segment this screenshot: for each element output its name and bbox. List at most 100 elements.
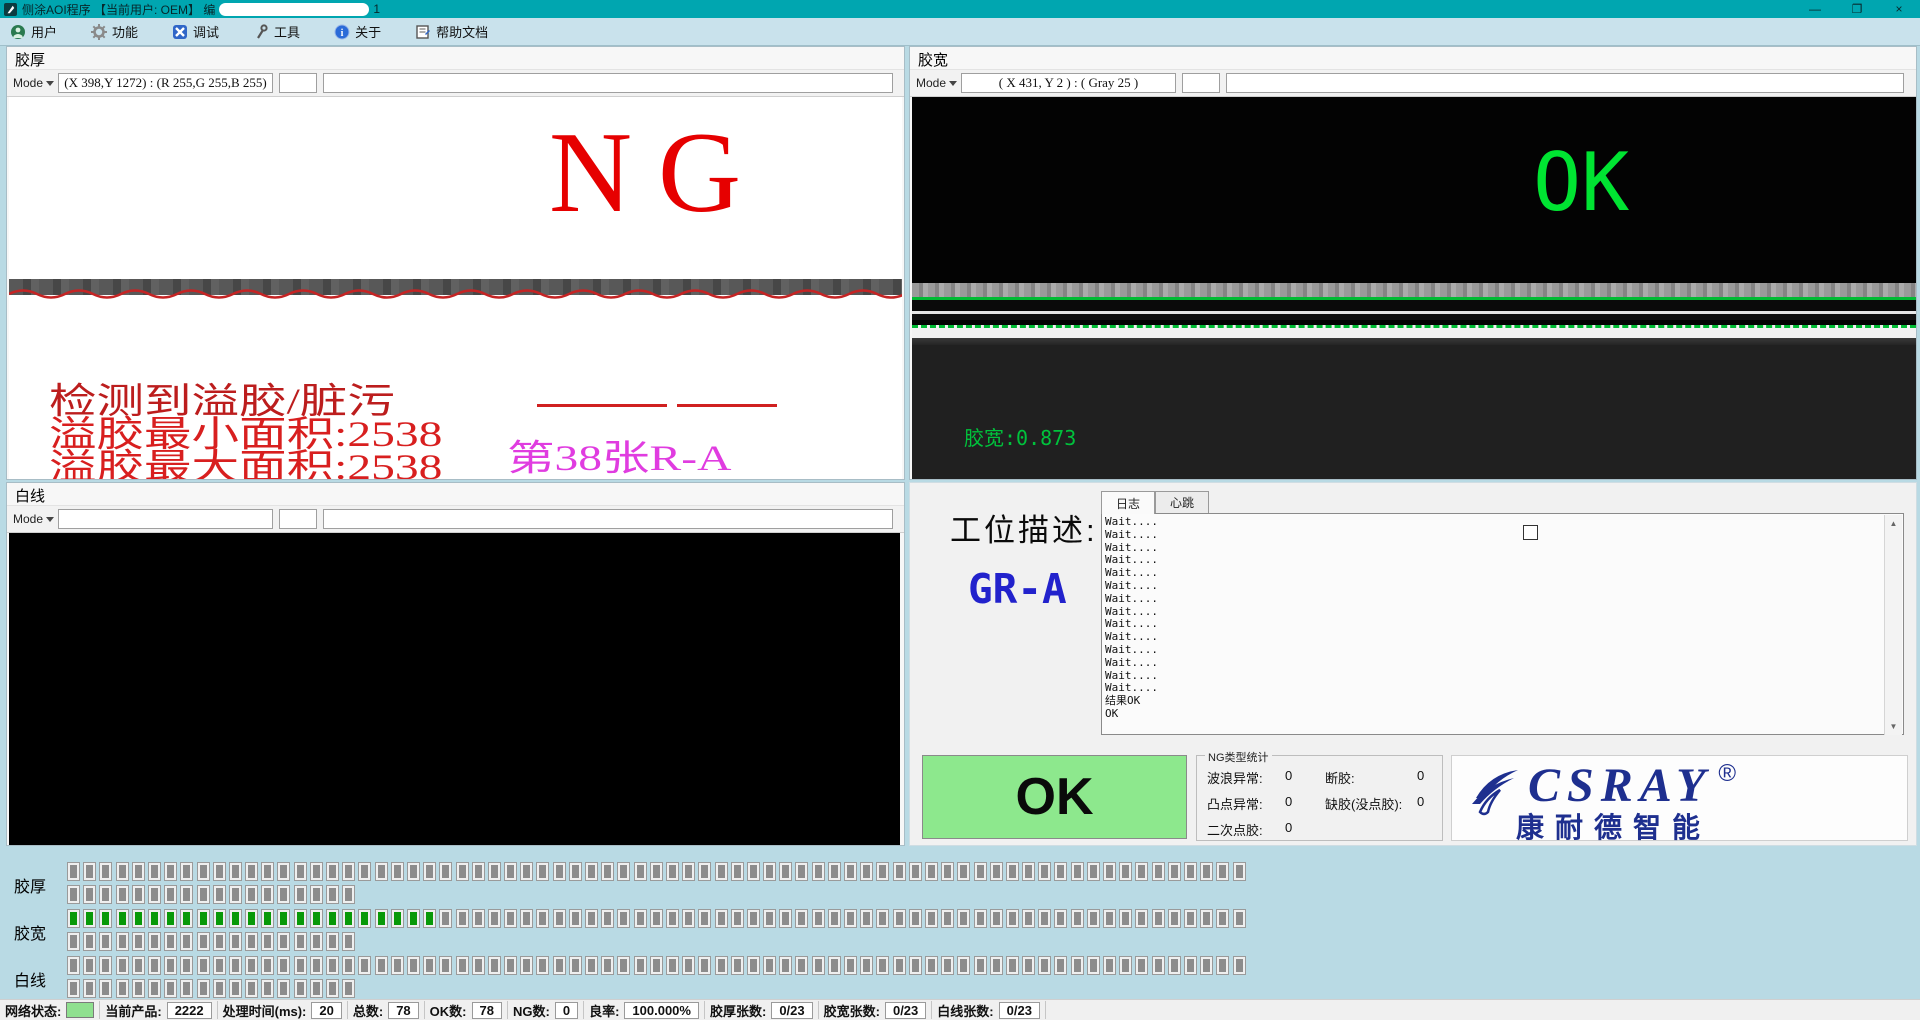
menu-item-debug[interactable]: 调试 xyxy=(172,22,219,41)
strip-label: 白线 xyxy=(14,967,46,991)
menu-item-tools[interactable]: 工具 xyxy=(253,22,300,41)
mode-dropdown[interactable]: Mode xyxy=(916,76,957,90)
strip-cell xyxy=(116,885,129,904)
status-quadrant: 工位描述: GR-A 日志 心跳 Wait....Wait....Wait...… xyxy=(909,482,1917,846)
strip-cell xyxy=(180,862,193,881)
ng-stat-label: 波浪异常: xyxy=(1207,768,1285,787)
strip-cell xyxy=(148,956,161,975)
strip-cell xyxy=(569,862,582,881)
strip-cell xyxy=(731,956,744,975)
status-yield: 良率:100.000% xyxy=(584,1001,705,1019)
menu-item-function[interactable]: 功能 xyxy=(91,22,138,41)
edge-line-bottom xyxy=(912,325,1916,328)
menu-item-about[interactable]: i 关于 xyxy=(334,22,381,41)
overall-result-button[interactable]: OK xyxy=(922,755,1187,839)
strip-cell xyxy=(180,885,193,904)
strip-cell xyxy=(99,909,112,928)
toolbar-box-long xyxy=(323,509,893,529)
menu-item-user[interactable]: 用户 xyxy=(10,22,57,41)
menu-item-help[interactable]: 帮助文档 xyxy=(415,22,488,41)
strip-cell xyxy=(277,862,290,881)
scroll-up-icon[interactable]: ▲ xyxy=(1885,515,1902,532)
strip-cell xyxy=(941,909,954,928)
ng-stat-label: 二次点胶: xyxy=(1207,820,1285,839)
panel-jiaohou-title: 胶厚 xyxy=(15,49,45,70)
strip-cell xyxy=(1135,956,1148,975)
panel-jiaokuan-toolbar: Mode ( X 431, Y 2 ) : ( Gray 25 ) xyxy=(910,69,1916,97)
strip-cell xyxy=(909,956,922,975)
strip-cell xyxy=(67,932,80,951)
result-text-ng: NG xyxy=(549,115,767,230)
strip-cell xyxy=(391,862,404,881)
strip-cell xyxy=(925,956,938,975)
strip-cell xyxy=(407,862,420,881)
strip-cell xyxy=(1103,956,1116,975)
maximize-button[interactable]: ❐ xyxy=(1836,0,1878,18)
strip-cell xyxy=(148,862,161,881)
ng-stat-value: 0 xyxy=(1285,820,1325,839)
strip-cell xyxy=(456,909,469,928)
strip-cell xyxy=(148,932,161,951)
strip-cell xyxy=(844,956,857,975)
strip-cell xyxy=(358,956,371,975)
strip-cell xyxy=(164,979,177,998)
strip-cell xyxy=(617,909,630,928)
tab-log[interactable]: 日志 xyxy=(1101,491,1155,514)
strip-cell xyxy=(990,909,1003,928)
ng-stat-label: 缺胶(没点胶): xyxy=(1325,794,1417,813)
strip-cell xyxy=(1135,862,1148,881)
tab-heartbeat[interactable]: 心跳 xyxy=(1155,491,1209,513)
strip-cell xyxy=(909,862,922,881)
strip-cell xyxy=(375,862,388,881)
strip-cell xyxy=(456,956,469,975)
strip-cell xyxy=(261,885,274,904)
jiaohou-image-view[interactable]: NG 检测到溢胶/脏污 溢胶最小面积:2538 溢胶最大面积:2538 第38张… xyxy=(9,97,902,479)
mode-dropdown[interactable]: Mode xyxy=(13,512,54,526)
strip-cell xyxy=(472,862,485,881)
strip-cell xyxy=(682,956,695,975)
strip-cell xyxy=(666,909,679,928)
jiaokuan-image-view[interactable]: OK 胶宽:0.873 xyxy=(912,97,1916,479)
strip-cell xyxy=(488,862,501,881)
strip-cell xyxy=(277,909,290,928)
strip-cell xyxy=(213,885,226,904)
strip-cell xyxy=(650,909,663,928)
strip-cell xyxy=(277,979,290,998)
strip-cell xyxy=(1168,909,1181,928)
strip-cell xyxy=(1103,862,1116,881)
strip-cell xyxy=(132,862,145,881)
minimize-button[interactable]: — xyxy=(1794,0,1836,18)
log-checkbox[interactable] xyxy=(1523,525,1538,540)
strip-cell xyxy=(893,909,906,928)
strip-cell xyxy=(1184,909,1197,928)
strip-cell xyxy=(310,909,323,928)
strip-cell xyxy=(148,885,161,904)
strip-cell xyxy=(197,932,210,951)
strip-cell xyxy=(294,885,307,904)
mode-dropdown[interactable]: Mode xyxy=(13,76,54,90)
strip-cell xyxy=(747,956,760,975)
strip-cell xyxy=(294,932,307,951)
strip-cell xyxy=(779,862,792,881)
strip-cell xyxy=(666,956,679,975)
strip-cell xyxy=(472,909,485,928)
scroll-down-icon[interactable]: ▼ xyxy=(1885,718,1902,735)
strip-cell xyxy=(342,909,355,928)
ng-stat-value: 0 xyxy=(1285,768,1325,787)
strip-cell xyxy=(650,956,663,975)
strip-cell xyxy=(229,979,242,998)
station-value: GR-A xyxy=(968,565,1067,613)
log-scrollbar[interactable]: ▲ ▼ xyxy=(1884,515,1902,735)
log-output[interactable]: Wait....Wait....Wait....Wait....Wait....… xyxy=(1101,513,1904,735)
panel-jiaohou-toolbar: Mode (X 398,Y 1272) : (R 255,G 255,B 255… xyxy=(7,69,904,97)
strip-cell xyxy=(1233,909,1246,928)
strip-cell xyxy=(1152,956,1165,975)
strip-cell xyxy=(553,909,566,928)
strip-cell xyxy=(197,909,210,928)
strip-cell xyxy=(164,956,177,975)
log-line: Wait.... xyxy=(1105,593,1158,606)
close-button[interactable]: × xyxy=(1878,0,1920,18)
baixian-image-view[interactable] xyxy=(9,533,900,845)
panel-baixian-toolbar: Mode xyxy=(7,505,904,533)
tools-icon xyxy=(253,24,269,40)
